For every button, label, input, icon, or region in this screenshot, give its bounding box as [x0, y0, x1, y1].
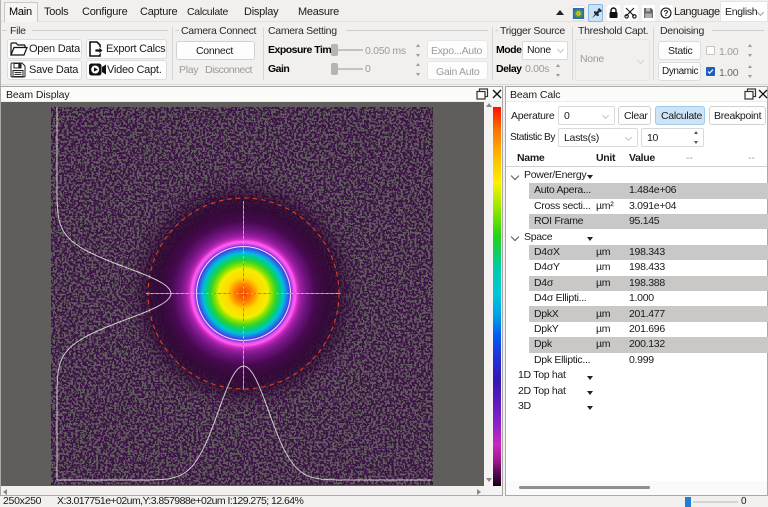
svg-text:?: ? — [664, 9, 669, 18]
